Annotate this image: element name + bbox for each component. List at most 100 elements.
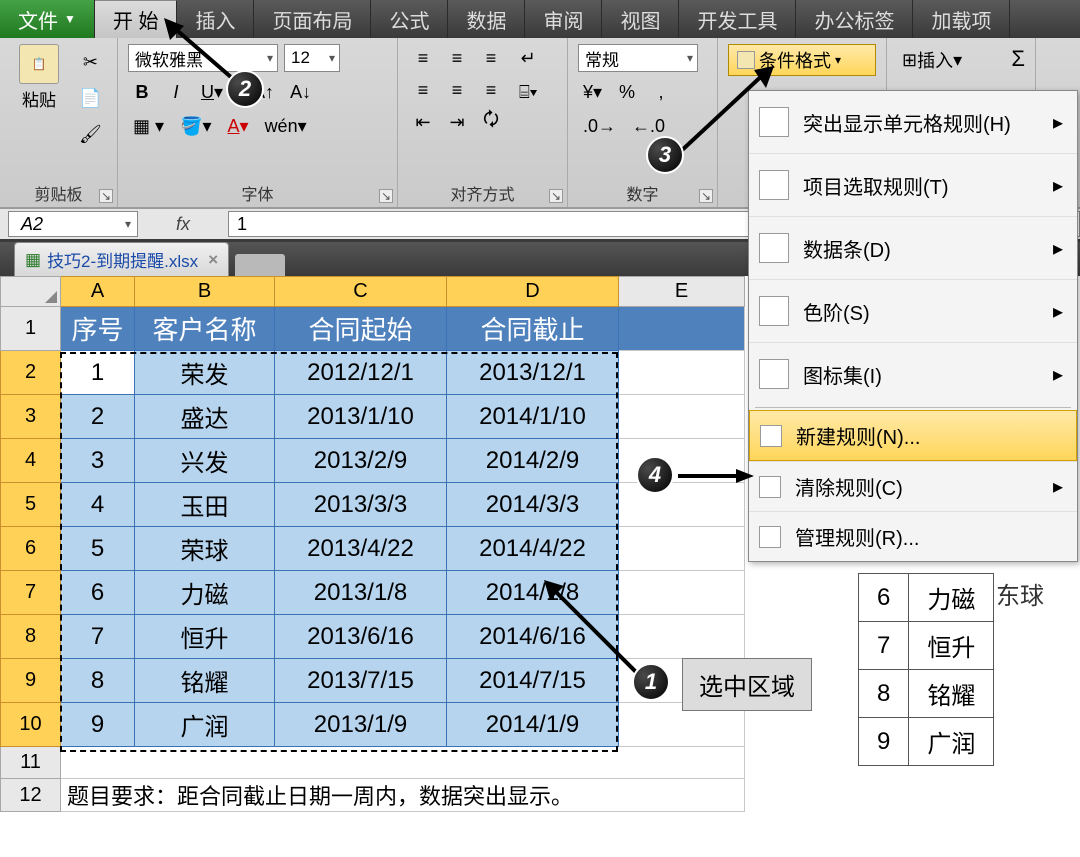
cell-B3[interactable]: 盛达: [135, 395, 275, 439]
new-sheet-tab[interactable]: [235, 254, 285, 276]
clipboard-launcher-icon[interactable]: ↘: [99, 189, 113, 203]
cell-B5[interactable]: 玉田: [135, 483, 275, 527]
sheet-tab[interactable]: ▦ 技巧2-到期提醒.xlsx ×: [14, 242, 229, 276]
side-cell[interactable]: 铭耀: [909, 670, 994, 718]
border-icon[interactable]: ▦ ▾: [128, 112, 169, 140]
cell-B10[interactable]: 广润: [135, 703, 275, 747]
cell-C3[interactable]: 2013/1/10: [275, 395, 447, 439]
fill-color-icon[interactable]: 🪣▾: [175, 112, 216, 140]
cell-D4[interactable]: 2014/2/9: [447, 439, 619, 483]
cell-D10[interactable]: 2014/1/9: [447, 703, 619, 747]
format-painter-icon[interactable]: 🖌: [74, 120, 107, 148]
align-top-right-icon[interactable]: ≡: [476, 44, 506, 72]
name-box[interactable]: A2: [8, 211, 138, 237]
align-mid-center-icon[interactable]: ≡: [442, 76, 472, 104]
tab-office[interactable]: 办公标签: [796, 0, 913, 38]
column-header-A[interactable]: A: [61, 277, 135, 307]
comma-icon[interactable]: ,: [647, 78, 675, 106]
autosum-icon[interactable]: Σ: [1011, 46, 1025, 72]
cell-E6[interactable]: [619, 527, 745, 571]
cf-clear-rules[interactable]: 清除规则(C) ▸: [749, 461, 1077, 511]
side-cell[interactable]: 7: [859, 622, 909, 670]
cell-A2[interactable]: 1: [61, 351, 135, 395]
cell-D5[interactable]: 2014/3/3: [447, 483, 619, 527]
tab-addins[interactable]: 加载项: [913, 0, 1010, 38]
cell-B2[interactable]: 荣发: [135, 351, 275, 395]
cell-A8[interactable]: 7: [61, 615, 135, 659]
cell-A1[interactable]: 序号: [61, 307, 135, 351]
cell-C8[interactable]: 2013/6/16: [275, 615, 447, 659]
bold-icon[interactable]: B: [128, 78, 156, 106]
orientation-icon[interactable]: 🗘: [476, 108, 506, 136]
insert-cells-button[interactable]: ⊞ 插入 ▾: [897, 46, 967, 74]
percent-icon[interactable]: %: [613, 78, 641, 106]
font-launcher-icon[interactable]: ↘: [379, 189, 393, 203]
cell-C10[interactable]: 2013/1/9: [275, 703, 447, 747]
inc-decimal-icon[interactable]: .0→: [578, 112, 621, 140]
cell-B6[interactable]: 荣球: [135, 527, 275, 571]
cell-B9[interactable]: 铭耀: [135, 659, 275, 703]
indent-right-icon[interactable]: ⇥: [442, 108, 472, 136]
tab-view[interactable]: 视图: [602, 0, 679, 38]
row-header-1[interactable]: 1: [1, 307, 61, 351]
side-cell[interactable]: 6: [859, 574, 909, 622]
row-header-11[interactable]: 11: [1, 747, 61, 779]
cf-new-rule[interactable]: 新建规则(N)...: [749, 410, 1077, 461]
cell-C6[interactable]: 2013/4/22: [275, 527, 447, 571]
cell-B4[interactable]: 兴发: [135, 439, 275, 483]
row-header-8[interactable]: 8: [1, 615, 61, 659]
cell-A9[interactable]: 8: [61, 659, 135, 703]
cell-D2[interactable]: 2013/12/1: [447, 351, 619, 395]
cell-C9[interactable]: 2013/7/15: [275, 659, 447, 703]
close-tab-icon[interactable]: ×: [208, 250, 218, 270]
phonetic-icon[interactable]: wén▾: [260, 112, 312, 140]
currency-icon[interactable]: ¥▾: [578, 78, 607, 106]
paste-button[interactable]: 📋 粘贴: [10, 44, 68, 148]
align-mid-left-icon[interactable]: ≡: [408, 76, 438, 104]
cell-C7[interactable]: 2013/1/8: [275, 571, 447, 615]
row-header-4[interactable]: 4: [1, 439, 61, 483]
tab-review[interactable]: 审阅: [525, 0, 602, 38]
tab-layout[interactable]: 页面布局: [254, 0, 371, 38]
select-all-corner[interactable]: [1, 277, 61, 307]
indent-left-icon[interactable]: ⇤: [408, 108, 438, 136]
cell-B8[interactable]: 恒升: [135, 615, 275, 659]
cf-colorscale[interactable]: 色阶(S) ▸: [749, 279, 1077, 342]
cell-D6[interactable]: 2014/4/22: [447, 527, 619, 571]
align-mid-right-icon[interactable]: ≡: [476, 76, 506, 104]
cell-A6[interactable]: 5: [61, 527, 135, 571]
tab-dev[interactable]: 开发工具: [679, 0, 796, 38]
cell-E5[interactable]: [619, 483, 745, 527]
row-header-6[interactable]: 6: [1, 527, 61, 571]
side-cell[interactable]: 力磁: [909, 574, 994, 622]
cell-B1[interactable]: 客户名称: [135, 307, 275, 351]
cell-C1[interactable]: 合同起始: [275, 307, 447, 351]
row-header-2[interactable]: 2: [1, 351, 61, 395]
font-color-icon[interactable]: A▾: [223, 112, 254, 140]
align-top-left-icon[interactable]: ≡: [408, 44, 438, 72]
cell-A4[interactable]: 3: [61, 439, 135, 483]
number-launcher-icon[interactable]: ↘: [699, 189, 713, 203]
cf-iconset[interactable]: 图标集(I) ▸: [749, 342, 1077, 405]
column-header-E[interactable]: E: [619, 277, 745, 307]
cell-E3[interactable]: [619, 395, 745, 439]
font-size-combo[interactable]: 12: [284, 44, 340, 72]
cell-D1[interactable]: 合同截止: [447, 307, 619, 351]
side-cell[interactable]: 8: [859, 670, 909, 718]
cell-B7[interactable]: 力磁: [135, 571, 275, 615]
cell-D3[interactable]: 2014/1/10: [447, 395, 619, 439]
row-header-9[interactable]: 9: [1, 659, 61, 703]
side-cell[interactable]: 恒升: [909, 622, 994, 670]
merge-icon[interactable]: ⌸▾: [514, 78, 542, 106]
cf-manage-rules[interactable]: 管理规则(R)...: [749, 511, 1077, 561]
cell-E1[interactable]: [619, 307, 745, 351]
cf-top-rules[interactable]: 项目选取规则(T) ▸: [749, 153, 1077, 216]
align-top-center-icon[interactable]: ≡: [442, 44, 472, 72]
cell-row11[interactable]: [61, 747, 745, 779]
cell-A3[interactable]: 2: [61, 395, 135, 439]
align-launcher-icon[interactable]: ↘: [549, 189, 563, 203]
cf-databar[interactable]: 数据条(D) ▸: [749, 216, 1077, 279]
cf-highlight-rules[interactable]: 突出显示单元格规则(H) ▸: [749, 91, 1077, 153]
side-cell[interactable]: 9: [859, 718, 909, 766]
spreadsheet-grid[interactable]: A B C D E 1 序号 客户名称 合同起始 合同截止 2 1 荣发 201…: [0, 276, 745, 812]
